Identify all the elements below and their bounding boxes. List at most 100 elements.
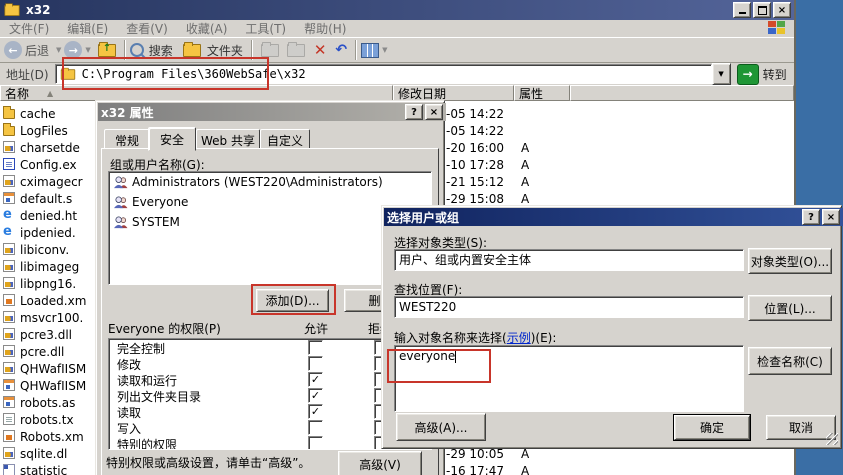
- maximize-button[interactable]: [753, 2, 771, 18]
- up-arrow-icon: ↑: [103, 43, 111, 54]
- file-icon: [3, 328, 15, 340]
- explorer-titlebar[interactable]: x32 ×: [0, 0, 794, 20]
- window-folder-icon: [4, 4, 19, 15]
- column-header-attrs[interactable]: 属性: [514, 85, 570, 101]
- group-item-administrators[interactable]: Administrators (WEST220\Administrators): [109, 172, 431, 192]
- address-dropdown-button[interactable]: ▼: [712, 63, 731, 85]
- folder-icon: [3, 126, 15, 136]
- allow-checkbox[interactable]: ✓: [308, 404, 323, 419]
- minimize-button[interactable]: [733, 2, 751, 18]
- file-icon: [3, 209, 15, 221]
- annotation-add-button: [251, 284, 336, 315]
- close-button[interactable]: ×: [773, 2, 791, 18]
- desktop: x32 × 文件(F) 编辑(E) 查看(V) 收藏(A) 工具(T) 帮助(H…: [0, 0, 843, 475]
- select-dialog-titlebar[interactable]: 选择用户或组 ? ×: [384, 208, 843, 226]
- users-icon: [113, 216, 128, 229]
- windows-logo-icon: [768, 21, 786, 36]
- object-names-label: 输入对象名称来选择(示例)(E):: [394, 329, 556, 346]
- maximize-icon: [758, 6, 767, 15]
- resize-grip[interactable]: [826, 433, 838, 445]
- up-folder-button[interactable]: ↑: [98, 44, 116, 57]
- check-names-button[interactable]: 检查名称(C): [748, 347, 832, 375]
- column-header-modified[interactable]: 修改日期: [393, 85, 514, 101]
- file-icon: [3, 311, 15, 323]
- undo-button[interactable]: ↶: [335, 42, 347, 58]
- toolbar-separator: [355, 40, 357, 60]
- column-header-name-label: 名称: [5, 85, 29, 102]
- file-icon: [3, 175, 15, 187]
- column-header-modified-label: 修改日期: [398, 85, 446, 102]
- menu-file[interactable]: 文件(F): [0, 20, 58, 37]
- back-dropdown-icon[interactable]: ▼: [56, 46, 61, 54]
- tab-security[interactable]: 安全: [148, 127, 196, 151]
- properties-title: x32 属性: [101, 104, 154, 121]
- file-icon: [3, 430, 15, 442]
- views-button[interactable]: [361, 43, 379, 58]
- examples-link[interactable]: 示例: [507, 331, 531, 345]
- window-title: x32: [26, 3, 50, 17]
- menu-edit[interactable]: 编辑(E): [58, 20, 117, 37]
- file-icon: [3, 362, 15, 374]
- file-icon: [3, 294, 15, 306]
- go-label[interactable]: 转到: [763, 66, 787, 83]
- users-icon: [113, 196, 128, 209]
- allow-checkbox[interactable]: [308, 356, 323, 371]
- close-icon[interactable]: ×: [822, 209, 840, 225]
- menu-tools[interactable]: 工具(T): [236, 20, 295, 37]
- go-icon[interactable]: →: [737, 64, 759, 85]
- file-icon: [3, 158, 15, 170]
- permissions-label: Everyone 的权限(P): [108, 320, 221, 337]
- column-header-blank: [570, 85, 794, 101]
- delete-button[interactable]: ✕: [314, 41, 327, 59]
- properties-titlebar[interactable]: x32 属性 ? ×: [98, 103, 446, 121]
- file-icon: [3, 226, 15, 238]
- file-icon: [3, 345, 15, 357]
- back-button[interactable]: ←: [4, 41, 22, 59]
- allow-checkbox[interactable]: ✓: [308, 372, 323, 387]
- folders-label[interactable]: 文件夹: [207, 42, 243, 59]
- search-label[interactable]: 搜索: [149, 42, 173, 59]
- copy-to-button[interactable]: [287, 44, 305, 57]
- allow-checkbox[interactable]: [308, 340, 323, 355]
- sort-asc-icon: ▲: [47, 89, 53, 98]
- search-icon[interactable]: [130, 43, 144, 57]
- help-button[interactable]: ?: [405, 104, 423, 120]
- menubar: 文件(F) 编辑(E) 查看(V) 收藏(A) 工具(T) 帮助(H): [0, 20, 794, 37]
- select-users-dialog: 选择用户或组 ? × 选择对象类型(S): 用户、组或内置安全主体 对象类型(O…: [381, 205, 842, 449]
- ok-button[interactable]: 确定: [674, 415, 750, 440]
- file-icon: [3, 447, 15, 459]
- advanced-note: 特别权限或高级设置，请单击“高级”。: [106, 454, 310, 471]
- file-icon: [3, 464, 15, 475]
- object-types-button[interactable]: 对象类型(O)...: [748, 248, 832, 274]
- locations-button[interactable]: 位置(L)...: [748, 295, 832, 321]
- file-icon: [3, 277, 15, 289]
- folders-icon[interactable]: [183, 44, 201, 57]
- location-field[interactable]: WEST220: [394, 296, 744, 318]
- advanced-button[interactable]: 高级(V): [338, 451, 422, 475]
- column-header-attrs-label: 属性: [519, 85, 543, 102]
- move-to-button[interactable]: [261, 44, 279, 57]
- minimize-icon: [739, 6, 746, 14]
- allow-checkbox[interactable]: [308, 420, 323, 435]
- menu-view[interactable]: 查看(V): [117, 20, 177, 37]
- file-icon: [3, 260, 15, 272]
- back-label: 后退: [25, 42, 49, 59]
- allow-checkbox[interactable]: [308, 436, 323, 450]
- menu-help[interactable]: 帮助(H): [295, 20, 355, 37]
- menu-favorites[interactable]: 收藏(A): [177, 20, 237, 37]
- close-icon[interactable]: ×: [425, 104, 443, 120]
- object-type-field[interactable]: 用户、组或内置安全主体: [394, 249, 744, 271]
- annotation-everyone-input: [387, 349, 491, 383]
- help-button[interactable]: ?: [802, 209, 820, 225]
- file-icon: [3, 396, 15, 408]
- allow-checkbox[interactable]: ✓: [308, 388, 323, 403]
- views-dropdown-icon[interactable]: ▼: [382, 46, 387, 54]
- allow-header: 允许: [304, 320, 328, 337]
- advanced-button[interactable]: 高级(A)...: [396, 413, 486, 441]
- file-icon: [3, 243, 15, 255]
- select-dialog-title: 选择用户或组: [387, 209, 459, 226]
- folder-icon: [3, 109, 15, 119]
- file-icon: [3, 379, 15, 391]
- forward-dropdown-icon[interactable]: ▼: [85, 46, 90, 54]
- annotation-address-path: [62, 57, 269, 90]
